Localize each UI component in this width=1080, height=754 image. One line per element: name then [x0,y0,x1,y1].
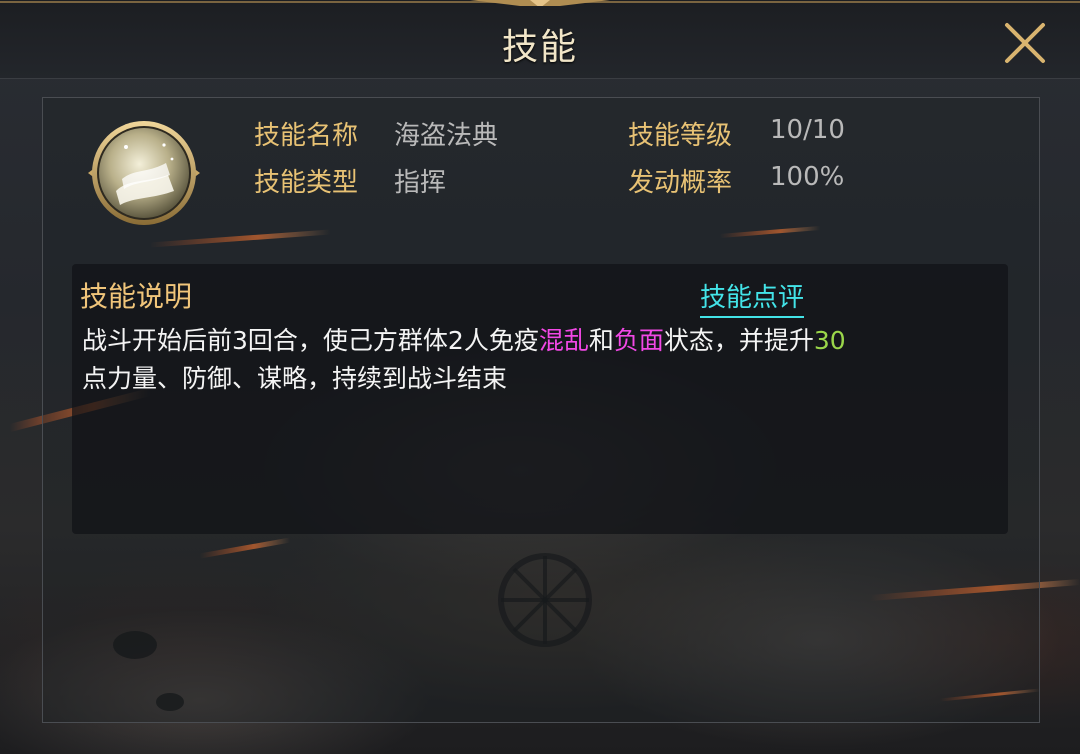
skill-level-label: 技能等级 [628,121,733,151]
desc-segment: 状态，并提升 [663,326,814,355]
skill-type-label: 技能类型 [254,168,359,198]
desc-segment: 和 [588,326,614,355]
close-button[interactable] [1002,20,1048,66]
skill-level-value: 10/10 [770,115,845,145]
trigger-rate-label: 发动概率 [628,168,733,198]
top-ornament [0,0,1080,6]
skill-review-link[interactable]: 技能点评 [700,277,805,318]
skill-name-label: 技能名称 [254,121,359,151]
keyword-debuff: 负面 [613,326,664,355]
open-book-icon [88,121,200,225]
close-icon [1005,23,1045,63]
boost-amount: 30 [813,326,846,355]
trigger-rate-value: 100% [770,162,845,192]
desc-segment: 点力量、防御、谋略，持续到战斗结束 [82,364,508,393]
skill-screen: 技能 技能名称 海盗法典 技能类型 指挥 技能等级 10/10 发动概率 100… [0,0,1080,754]
description-heading: 技能说明 [80,280,193,313]
skill-type-value: 指挥 [394,168,447,198]
keyword-confusion: 混乱 [538,326,589,355]
desc-segment: 战斗开始后前3回合，使己方群体2人免疫 [82,326,539,355]
page-title: 技能 [501,27,578,68]
description-text: 战斗开始后前3回合，使己方群体2人免疫混乱和负面状态，并提升30 点力量、防御、谋… [82,322,992,398]
skill-icon [86,117,202,229]
title-bar: 技能 [0,0,1080,79]
description-box [72,264,1008,534]
skill-name-value: 海盗法典 [394,121,499,151]
